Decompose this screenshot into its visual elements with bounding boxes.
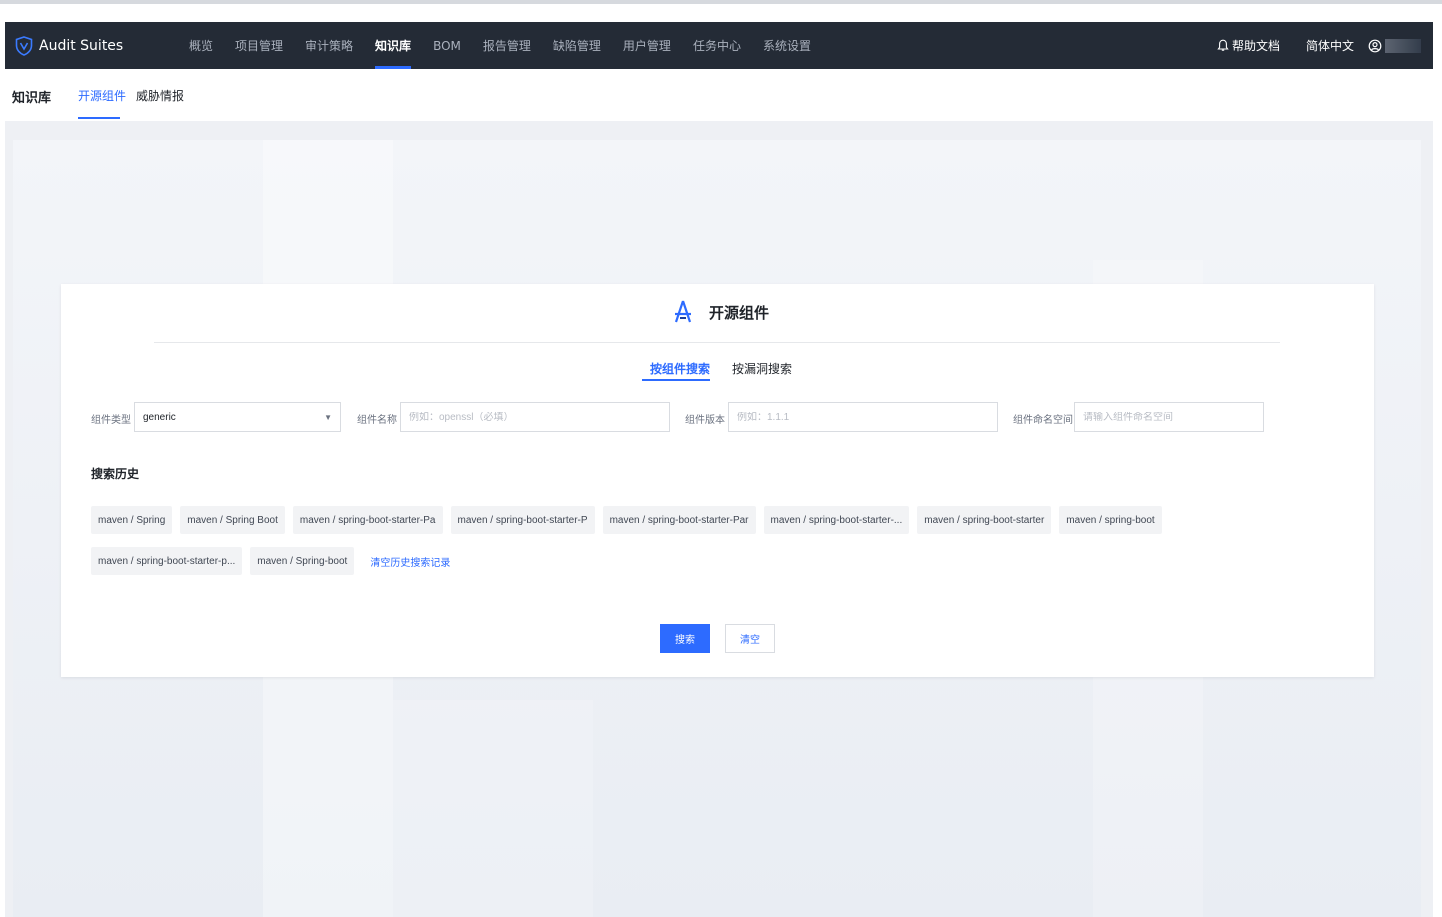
history-chip[interactable]: maven / spring-boot-starter-p... [91, 547, 243, 575]
search-history-list: maven / Spring maven / Spring Boot maven… [91, 506, 1201, 588]
nav-item-projects[interactable]: 项目管理 [224, 22, 294, 69]
clear-button[interactable]: 清空 [725, 624, 775, 653]
history-chip[interactable]: maven / spring-boot-starter [917, 506, 1052, 534]
history-chip[interactable]: maven / Spring Boot [180, 506, 285, 534]
language-switcher[interactable]: 简体中文 [1306, 37, 1354, 54]
nav-item-knowledge-base[interactable]: 知识库 [364, 22, 422, 69]
tab-open-source-components[interactable]: 开源组件 [78, 87, 126, 104]
search-button[interactable]: 搜索 [660, 624, 710, 653]
nav-item-overview[interactable]: 概览 [178, 22, 224, 69]
component-version-label: 组件版本 [685, 415, 725, 426]
history-chip[interactable]: maven / Spring-boot [250, 547, 355, 575]
dropdown-arrow-icon: ▼ [324, 413, 332, 422]
main-nav: 概览 项目管理 审计策略 知识库 BOM 报告管理 缺陷管理 用户管理 任务中心… [178, 22, 822, 69]
background-decoration [393, 700, 593, 917]
component-namespace-field [1074, 402, 1264, 432]
shield-logo-icon [15, 35, 33, 56]
component-type-value: generic [143, 411, 176, 423]
card-header: 开源组件 [673, 300, 769, 324]
history-chip[interactable]: maven / spring-boot-starter-... [763, 506, 910, 534]
component-type-select[interactable]: generic ▼ [134, 402, 341, 432]
card-divider [154, 342, 1280, 343]
help-docs-label: 帮助文档 [1231, 39, 1280, 53]
component-namespace-label: 组件命名空间 [1013, 415, 1073, 426]
user-name-redacted [1385, 38, 1421, 53]
window-top-edge [0, 0, 1442, 4]
nav-item-settings[interactable]: 系统设置 [752, 22, 822, 69]
nav-item-bom[interactable]: BOM [422, 22, 472, 69]
card-title: 开源组件 [709, 303, 770, 322]
component-name-field [400, 402, 670, 432]
component-logo-icon [674, 300, 692, 323]
history-chip[interactable]: maven / Spring [91, 506, 173, 534]
component-name-label: 组件名称 [357, 415, 397, 426]
nav-item-users[interactable]: 用户管理 [612, 22, 682, 69]
component-version-input[interactable] [737, 411, 989, 423]
component-type-label: 组件类型 [91, 415, 131, 426]
history-chip[interactable]: maven / spring-boot-starter-P [450, 506, 595, 534]
tab-threat-intelligence[interactable]: 威胁情报 [136, 87, 184, 104]
nav-item-reports[interactable]: 报告管理 [472, 22, 542, 69]
nav-item-tasks[interactable]: 任务中心 [682, 22, 752, 69]
sub-header: 知识库 开源组件 威胁情报 [0, 69, 1442, 121]
history-chip[interactable]: maven / spring-boot-starter-Pa [292, 506, 443, 534]
tab-search-by-vulnerability[interactable]: 按漏洞搜索 [732, 360, 792, 377]
top-navbar: Audit Suites 概览 项目管理 审计策略 知识库 BOM 报告管理 缺… [5, 22, 1433, 69]
history-chip[interactable]: maven / spring-boot-starter-Par [602, 506, 756, 534]
brand-name: Audit Suites [39, 37, 124, 54]
nav-right: 帮助文档 简体中文 [1217, 37, 1433, 54]
tab-active-indicator [78, 117, 120, 119]
component-version-field [728, 402, 998, 432]
bell-icon [1217, 39, 1229, 51]
nav-item-defects[interactable]: 缺陷管理 [542, 22, 612, 69]
component-namespace-input[interactable] [1083, 411, 1255, 423]
help-docs-link[interactable]: 帮助文档 [1217, 37, 1280, 54]
mode-active-indicator [642, 379, 710, 381]
search-history-title: 搜索历史 [91, 467, 140, 481]
history-chip[interactable]: maven / spring-boot [1059, 506, 1162, 534]
search-card: 开源组件 按组件搜索 按漏洞搜索 组件类型 generic ▼ 组件名称 组件版… [61, 284, 1374, 677]
brand[interactable]: Audit Suites [15, 35, 178, 56]
page-title: 知识库 [12, 91, 52, 106]
clear-history-link[interactable]: 清空历史搜索记录 [370, 554, 450, 569]
user-avatar-icon [1368, 39, 1382, 52]
nav-item-audit-policy[interactable]: 审计策略 [294, 22, 364, 69]
component-name-input[interactable] [409, 411, 661, 423]
tab-search-by-component[interactable]: 按组件搜索 [650, 360, 710, 377]
user-menu[interactable] [1368, 38, 1421, 53]
